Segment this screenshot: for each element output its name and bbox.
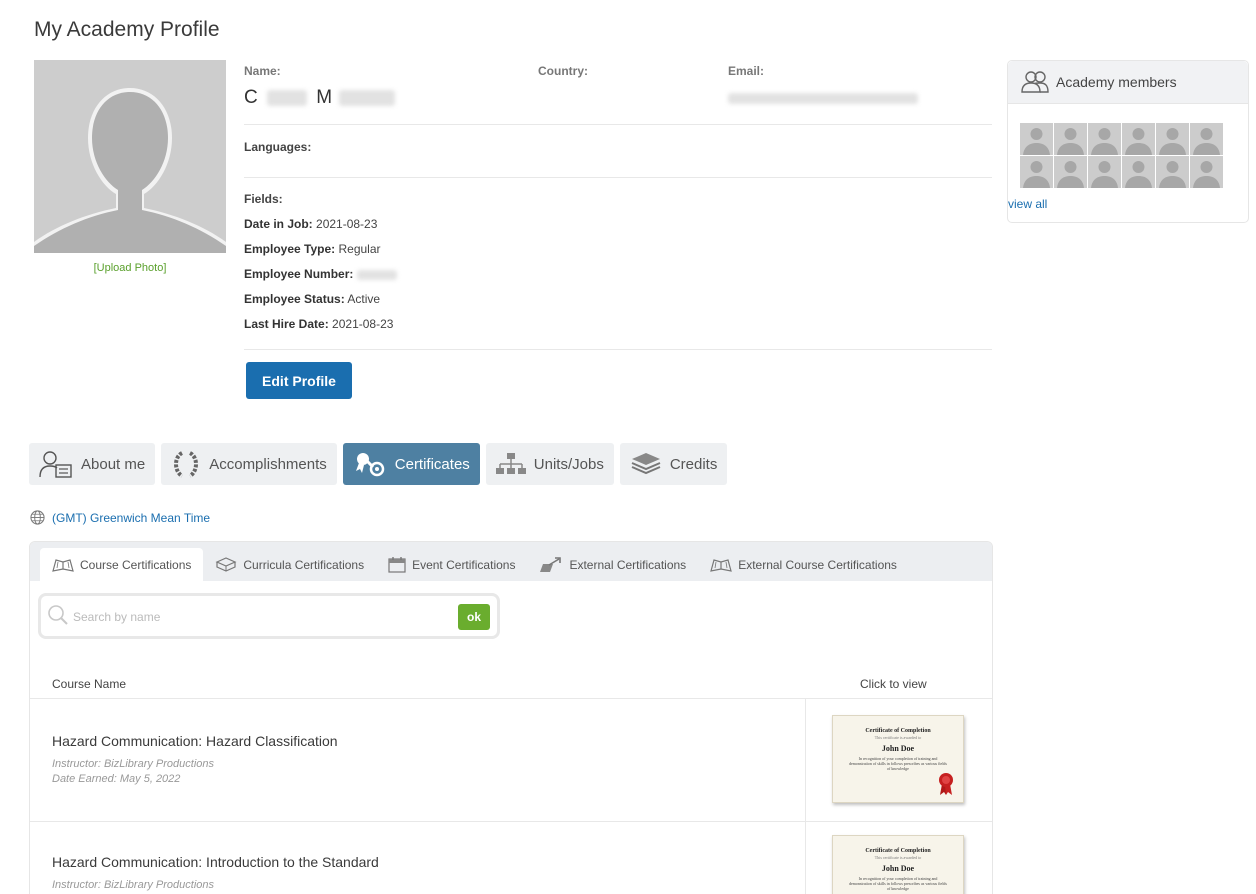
certificate-search-box: ok <box>38 593 500 639</box>
tab-certificates[interactable]: Certificates <box>342 443 480 485</box>
table-divider <box>30 698 992 699</box>
academy-members-header: Academy members <box>1008 61 1248 104</box>
org-chart-icon <box>495 453 526 474</box>
employee-number-redacted <box>356 269 397 280</box>
course-title: Hazard Communication: Introduction to th… <box>52 854 379 870</box>
member-avatar[interactable] <box>1020 123 1053 155</box>
country-label: Country: <box>538 64 588 78</box>
books-stack-icon <box>215 556 237 572</box>
upload-photo-link[interactable]: [Upload Photo] <box>34 262 226 274</box>
member-avatar[interactable] <box>1054 156 1087 188</box>
table-divider <box>30 821 992 822</box>
member-avatar-icon <box>1054 123 1087 155</box>
stack-icon <box>631 453 661 475</box>
academy-members-panel: Academy members view all <box>1007 60 1249 223</box>
employee-status-row: Employee Status: Active <box>244 292 381 306</box>
member-avatar[interactable] <box>1122 156 1155 188</box>
calendar-icon <box>388 556 406 573</box>
subtab-external-certifications[interactable]: External Certifications <box>527 548 698 581</box>
tab-units-jobs[interactable]: Units/Jobs <box>485 443 614 485</box>
award-seal-icon <box>939 773 953 795</box>
languages-label: Languages: <box>244 140 312 154</box>
laurel-icon <box>174 451 199 478</box>
date-in-job-row: Date in Job: 2021-08-23 <box>244 217 378 231</box>
members-group-icon <box>1021 71 1049 93</box>
member-avatar[interactable] <box>1156 123 1189 155</box>
certificates-panel: Course Certifications Curricula Certific… <box>29 541 993 894</box>
globe-icon <box>30 510 45 525</box>
book-open-icon <box>710 558 733 572</box>
member-avatar-icon <box>1156 123 1189 155</box>
member-avatar-icon <box>1122 123 1155 155</box>
member-avatar-icon <box>1088 123 1121 155</box>
course-meta: Instructor: BizLibrary Productions Date … <box>52 758 215 785</box>
employee-type-row: Employee Type: Regular <box>244 242 381 256</box>
member-avatar-icon <box>1156 156 1189 188</box>
profile-name: C M <box>244 87 396 109</box>
search-input[interactable] <box>73 607 453 627</box>
divider <box>244 124 992 125</box>
subtab-course-certifications[interactable]: Course Certifications <box>40 548 204 581</box>
profile-avatar[interactable] <box>34 60 226 253</box>
edit-profile-button[interactable]: Edit Profile <box>246 362 352 399</box>
timezone-label: (GMT) Greenwich Mean Time <box>52 510 211 525</box>
member-avatar[interactable] <box>1190 123 1223 155</box>
certification-subtabs: Course Certifications Curricula Certific… <box>30 542 992 581</box>
book-open-icon <box>52 558 74 572</box>
search-icon <box>48 605 68 625</box>
member-avatar[interactable] <box>1088 156 1121 188</box>
course-title: Hazard Communication: Hazard Classificat… <box>52 733 338 749</box>
name-redacted-part <box>267 89 308 106</box>
academy-members-title: Academy members <box>1056 74 1177 90</box>
table-column-divider <box>805 698 806 894</box>
subtab-event-certifications[interactable]: Event Certifications <box>376 548 527 581</box>
column-header-click-to-view: Click to view <box>860 677 927 691</box>
certificate-thumbnail[interactable]: Certificate of Completion This certifica… <box>832 835 964 894</box>
certificate-thumbnail[interactable]: Certificate of Completion This certifica… <box>832 715 964 803</box>
tab-about-me[interactable]: About me <box>29 443 156 485</box>
view-all-members-link[interactable]: view all <box>1008 197 1047 211</box>
member-avatar[interactable] <box>1122 123 1155 155</box>
external-share-icon <box>540 556 562 572</box>
divider <box>244 177 992 178</box>
member-avatar[interactable] <box>1190 156 1223 188</box>
tab-credits[interactable]: Credits <box>619 443 728 485</box>
search-ok-button[interactable]: ok <box>458 604 490 630</box>
member-avatar-icon <box>1190 156 1223 188</box>
member-avatar-icon <box>1088 156 1121 188</box>
name-last-initial: M <box>316 87 333 108</box>
name-first-initial: C <box>244 87 258 108</box>
course-meta: Instructor: BizLibrary Productions <box>52 879 215 891</box>
name-label: Name: <box>244 64 281 78</box>
employee-number-row: Employee Number: <box>244 267 397 281</box>
member-avatar-icon <box>1020 123 1053 155</box>
column-header-course-name: Course Name <box>52 677 127 691</box>
avatar-placeholder-icon <box>34 60 226 253</box>
last-hire-date-row: Last Hire Date: 2021-08-23 <box>244 317 394 331</box>
member-avatar-icon <box>1020 156 1053 188</box>
tab-accomplishments[interactable]: Accomplishments <box>161 443 337 485</box>
divider <box>244 349 992 350</box>
timezone-link[interactable]: (GMT) Greenwich Mean Time <box>30 510 210 525</box>
profile-tabs: About me Accomplishments Certificates Un… <box>29 443 728 485</box>
member-avatar-icon <box>1122 156 1155 188</box>
fields-label: Fields: <box>244 192 283 206</box>
subtab-curricula-certifications[interactable]: Curricula Certifications <box>203 548 376 581</box>
members-grid <box>1020 123 1223 188</box>
email-redacted-value <box>728 93 918 104</box>
member-avatar-icon <box>1054 156 1087 188</box>
member-avatar[interactable] <box>1054 123 1087 155</box>
user-card-icon <box>39 451 72 478</box>
member-avatar-icon <box>1190 123 1223 155</box>
member-avatar[interactable] <box>1020 156 1053 188</box>
member-avatar[interactable] <box>1156 156 1189 188</box>
member-avatar[interactable] <box>1088 123 1121 155</box>
page-title: My Academy Profile <box>34 18 220 41</box>
subtab-external-course-certifications[interactable]: External Course Certifications <box>698 548 909 581</box>
name-redacted-part <box>339 89 396 106</box>
certificate-ribbon-icon <box>355 453 385 477</box>
email-label: Email: <box>728 64 765 78</box>
